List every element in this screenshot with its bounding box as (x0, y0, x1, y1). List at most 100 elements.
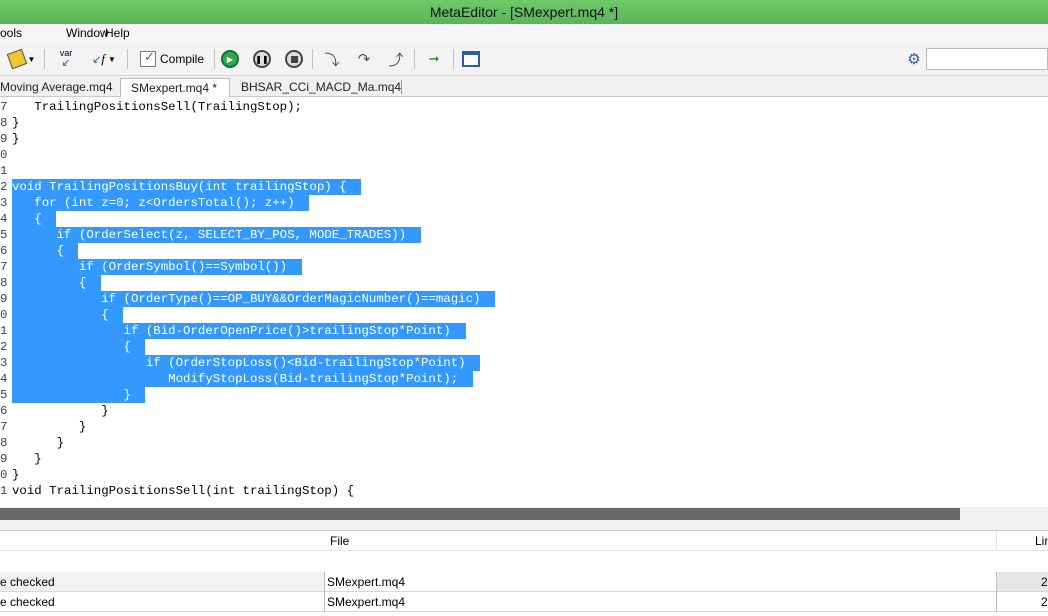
tab-smexpert[interactable]: SMexpert.mq4 * (120, 78, 230, 97)
tab-bhsar-cci-macd[interactable]: BHSAR_CCi_MACD_Ma.mq4 (241, 78, 401, 97)
line-number: 1 (0, 324, 8, 338)
code-text: } (12, 116, 20, 130)
code-line[interactable]: 1 if (Bid-OrderOpenPrice()>trailingStop*… (0, 323, 1048, 339)
line-number: 0 (0, 148, 8, 162)
window-title: MetaEditor - [SMexpert.mq4 *] (429, 4, 619, 20)
code-text: } (12, 468, 20, 482)
start-debug-button[interactable]: ▶ (219, 48, 241, 70)
code-line[interactable]: 4 ModifyStopLoss(Bid-trailingStop*Point)… (0, 371, 1048, 387)
code-text: void TrailingPositionsBuy(int trailingSt… (12, 180, 347, 194)
code-line[interactable]: 3 if (OrderStopLoss()<Bid-trailingStop*P… (0, 355, 1048, 371)
line-number: 6 (0, 404, 8, 418)
code-text: } (12, 388, 131, 402)
line-number: 1 (0, 164, 8, 178)
code-line[interactable]: 9 } (0, 451, 1048, 467)
code-line[interactable]: 9 if (OrderType()==OP_BUY&&OrderMagicNum… (0, 291, 1048, 307)
code-line[interactable]: 1 void TrailingPositionsSell(int trailing… (0, 483, 1048, 499)
scrollbar-thumb[interactable] (0, 508, 960, 520)
code-text: } (12, 436, 65, 450)
toolbar-separator (312, 49, 313, 69)
function-label: f (101, 51, 105, 66)
compile-button[interactable]: ✓ Compile (132, 48, 212, 70)
pause-icon: ❚❚ (253, 50, 271, 68)
chart-icon (462, 51, 480, 67)
code-line[interactable]: 4 { (0, 211, 1048, 227)
code-line[interactable]: 0 (0, 147, 1048, 163)
code-text: } (12, 404, 109, 418)
code-line[interactable]: 3 for (int z=0; z<OrdersTotal(); z++) (0, 195, 1048, 211)
search-settings-button[interactable]: ⚙ (903, 48, 925, 70)
line-number: 9 (0, 452, 8, 466)
code-line[interactable]: 1 (0, 163, 1048, 179)
chevron-down-icon: ▼ (27, 54, 36, 64)
error-line: 2 (1041, 595, 1048, 609)
step-over-button[interactable]: ↷ (352, 48, 376, 70)
insert-var-button[interactable]: var ↙ (52, 48, 80, 70)
code-line[interactable]: 7 TrailingPositionsSell(TrailingStop); (0, 99, 1048, 115)
code-line[interactable]: 0 { (0, 307, 1048, 323)
step-into-icon: ⤵ (324, 51, 340, 69)
menu-tools[interactable]: ools (0, 26, 22, 40)
step-out-button[interactable]: ⤴ (384, 48, 408, 70)
line-number: 3 (0, 356, 8, 370)
code-line[interactable]: 7 } (0, 419, 1048, 435)
menu-bar: ools Window Help (0, 24, 1048, 43)
toolbar-separator (414, 49, 415, 69)
line-number: 7 (0, 100, 8, 114)
line-number: 8 (0, 276, 8, 290)
insert-function-button[interactable]: ↙ f ▼ (86, 48, 122, 70)
step-into-button[interactable]: ⤵ (320, 48, 344, 70)
tab-moving-average[interactable]: Moving Average.mq4 (0, 78, 118, 97)
error-file: SMexpert.mq4 (327, 575, 406, 589)
code-text: ModifyStopLoss(Bid-trailingStop*Point); (12, 372, 459, 386)
code-line[interactable]: 8 } (0, 435, 1048, 451)
panel-splitter[interactable] (0, 521, 1048, 531)
column-divider (996, 592, 997, 612)
code-line[interactable]: 5 } (0, 387, 1048, 403)
line-number: 5 (0, 388, 8, 402)
code-line[interactable]: 6 } (0, 403, 1048, 419)
menu-window[interactable]: Window (66, 26, 109, 40)
code-text: { (12, 244, 65, 258)
code-text: if (OrderStopLoss()<Bid-trailingStop*Poi… (12, 356, 466, 370)
navigator-button[interactable]: ▼ (4, 48, 40, 70)
code-line[interactable]: 9} (0, 131, 1048, 147)
code-line[interactable]: 7 if (OrderSymbol()==Symbol()) (0, 259, 1048, 275)
column-header-line[interactable]: Lin (1035, 534, 1048, 548)
stop-debug-button[interactable] (283, 48, 305, 70)
line-number: 6 (0, 244, 8, 258)
code-line[interactable]: 2 void TrailingPositionsBuy(int trailingS… (0, 179, 1048, 195)
line-number: 7 (0, 420, 8, 434)
line-number: 3 (0, 196, 8, 210)
code-line[interactable]: 8} (0, 115, 1048, 131)
code-line[interactable]: 8 { (0, 275, 1048, 291)
code-line[interactable]: 6 { (0, 243, 1048, 259)
table-row[interactable]: e checked SMexpert.mq4 2 (0, 572, 1048, 592)
chart-button[interactable] (459, 48, 483, 70)
code-line[interactable]: 0} (0, 467, 1048, 483)
pause-debug-button[interactable]: ❚❚ (251, 48, 273, 70)
line-number: 0 (0, 308, 8, 322)
errors-panel: File Lin e checked SMexpert.mq4 2 e chec… (0, 531, 1048, 616)
code-text: { (12, 308, 109, 322)
line-number: 1 (0, 484, 8, 498)
column-header-file[interactable]: File (330, 534, 349, 548)
column-divider (996, 531, 997, 551)
line-number: 0 (0, 468, 8, 482)
line-number: 7 (0, 260, 8, 274)
toolbar-separator (453, 49, 454, 69)
code-text: } (12, 452, 42, 466)
code-editor[interactable]: 7 TrailingPositionsSell(TrailingStop); 8}… (0, 97, 1048, 507)
arrow-icon: ↙ (61, 57, 71, 69)
code-line[interactable]: 5 if (OrderSelect(z, SELECT_BY_POS, MODE… (0, 227, 1048, 243)
run-button[interactable]: ➞ (422, 48, 446, 70)
code-text: void TrailingPositionsSell(int trailingS… (12, 484, 355, 498)
search-input[interactable] (926, 48, 1048, 70)
line-number: 9 (0, 132, 8, 146)
code-line[interactable]: 2 { (0, 339, 1048, 355)
toolbar-separator (214, 49, 215, 69)
line-number: 9 (0, 292, 8, 306)
horizontal-scrollbar[interactable] (0, 507, 1048, 521)
menu-help[interactable]: Help (105, 26, 130, 40)
table-row[interactable]: e checked SMexpert.mq4 2 (0, 592, 1048, 612)
